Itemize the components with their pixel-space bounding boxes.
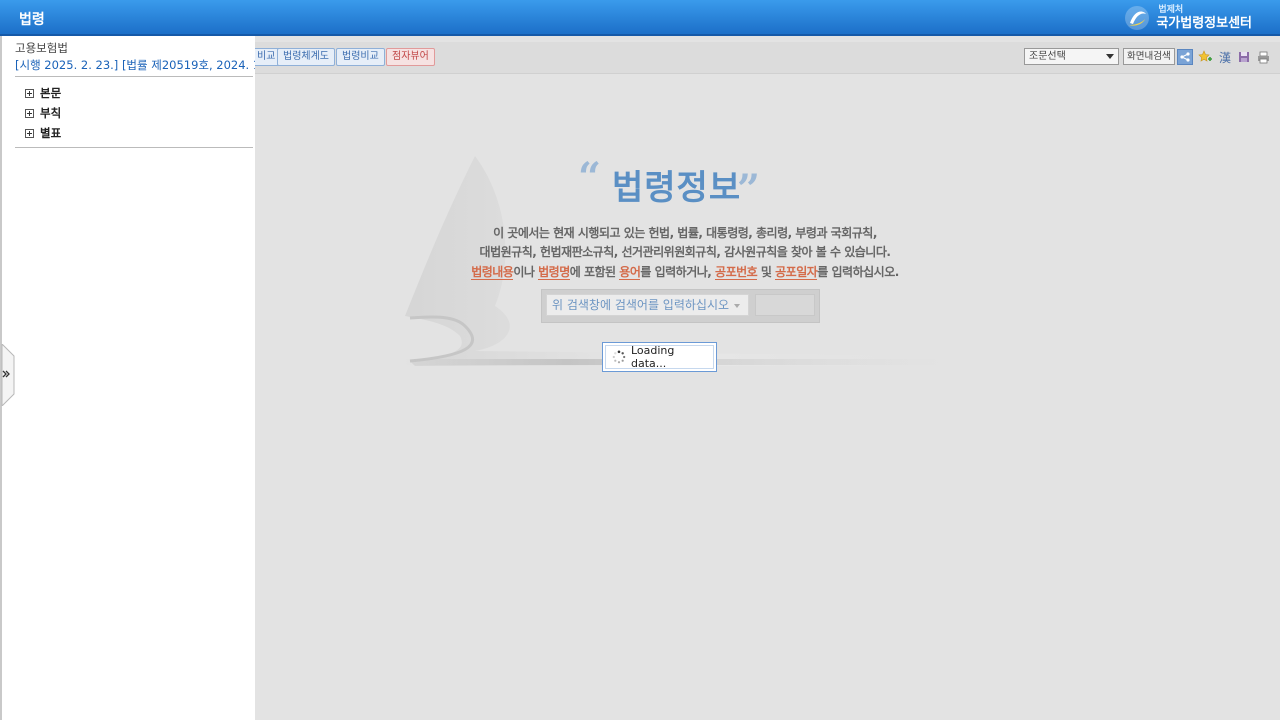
save-icon[interactable] xyxy=(1236,49,1252,65)
page-title: 법령 xyxy=(19,12,45,28)
brand-center: 국가법령정보센터 xyxy=(1156,16,1252,31)
tree-item-label: 부칙 xyxy=(40,106,62,120)
divider xyxy=(15,76,253,77)
hint-promulgation-number: 공포번호 xyxy=(715,265,758,280)
article-select-value: 조문선택 xyxy=(1029,51,1066,62)
chevron-down-icon xyxy=(734,304,740,308)
main-content: 비교 법령체계도 법령비교 점자뷰어 조문선택 화면내검색 漢 “ 법령정보 ”… xyxy=(251,36,1280,720)
law-enforcement-info[interactable]: [시행 2025. 2. 23.] [법률 제20519호, 2024. 10 xyxy=(15,57,255,73)
hint-text: 를 입력하거나, xyxy=(640,265,716,279)
article-select[interactable]: 조문선택 xyxy=(1024,48,1119,65)
splash-description-line2: 대법원규칙, 헌법재판소규칙, 선거관리위원회규칙, 감사원규칙을 찾아 볼 수… xyxy=(479,245,891,259)
expand-plus-icon[interactable] xyxy=(25,108,34,118)
share-icon[interactable] xyxy=(1177,49,1193,65)
tree-item-label: 별표 xyxy=(40,126,62,140)
hanja-icon[interactable]: 漢 xyxy=(1217,49,1233,65)
splash-search-input[interactable]: 위 검색창에 검색어를 입력하십시오 xyxy=(546,294,749,316)
header-bar: 법령 법제처 국가법령정보센터 xyxy=(0,0,1280,36)
open-quote-icon: “ xyxy=(578,154,602,201)
favorite-add-icon[interactable] xyxy=(1197,49,1213,65)
in-page-search-button[interactable]: 화면내검색 xyxy=(1123,48,1175,65)
splash-search-button[interactable] xyxy=(755,294,815,316)
divider xyxy=(15,147,253,148)
svg-text:漢: 漢 xyxy=(1219,51,1231,64)
splash-title: 법령정보 xyxy=(612,168,742,208)
tree-item-addenda[interactable]: 부칙 xyxy=(25,103,61,123)
toolbar: 비교 법령체계도 법령비교 점자뷰어 조문선택 화면내검색 漢 xyxy=(251,42,1280,74)
hint-text: 이나 xyxy=(513,265,539,279)
tree-item-label: 본문 xyxy=(40,86,62,100)
brand-logo[interactable]: 법제처 국가법령정보센터 xyxy=(1124,3,1252,33)
law-name: 고용보험법 xyxy=(15,41,68,55)
law-system-diagram-button[interactable]: 법령체계도 xyxy=(277,48,335,66)
sidebar-toggle-icon[interactable] xyxy=(0,344,16,406)
expand-plus-icon[interactable] xyxy=(25,88,34,98)
brand-ministry: 법제처 xyxy=(1158,5,1184,15)
close-quote-icon: ” xyxy=(737,166,761,213)
search-placeholder: 위 검색창에 검색어를 입력하십시오 xyxy=(552,298,730,312)
spinner-icon xyxy=(612,350,626,364)
chevron-down-icon xyxy=(1106,54,1114,59)
tree-item-attached-tables[interactable]: 별표 xyxy=(25,123,61,143)
hint-promulgation-date: 공포일자 xyxy=(775,265,818,280)
hint-law-content: 법령내용 xyxy=(471,265,514,280)
braille-viewer-button[interactable]: 점자뷰어 xyxy=(386,48,435,66)
law-compare-button[interactable]: 법령비교 xyxy=(336,48,385,66)
splash-search-box: 위 검색창에 검색어를 입력하십시오 xyxy=(541,289,820,323)
print-icon[interactable] xyxy=(1255,49,1271,65)
moleg-logo-icon xyxy=(1125,6,1150,30)
splash-description-line1: 이 곳에서는 현재 시행되고 있는 헌법, 법률, 대통령령, 총리령, 부령과… xyxy=(493,226,877,240)
hint-text: 에 포함된 xyxy=(569,265,620,279)
law-tree: 본문 부칙 별표 xyxy=(25,83,61,143)
loading-dialog: Loading data... xyxy=(602,342,717,372)
hint-text: 를 입력하십시오. xyxy=(817,265,899,279)
tree-item-main-text[interactable]: 본문 xyxy=(25,83,61,103)
hint-term: 용어 xyxy=(619,265,641,280)
hint-law-name: 법령명 xyxy=(538,265,570,280)
splash-description-line3: 법령내용이나 법령명에 포함된 용어를 입력하거나, 공포번호 및 공포일자를 … xyxy=(435,263,935,280)
law-sidebar: 고용보험법 [시행 2025. 2. 23.] [법률 제20519호, 202… xyxy=(0,36,255,720)
expand-plus-icon[interactable] xyxy=(25,128,34,138)
hint-text: 및 xyxy=(757,265,776,279)
loading-text: Loading data... xyxy=(630,344,675,370)
